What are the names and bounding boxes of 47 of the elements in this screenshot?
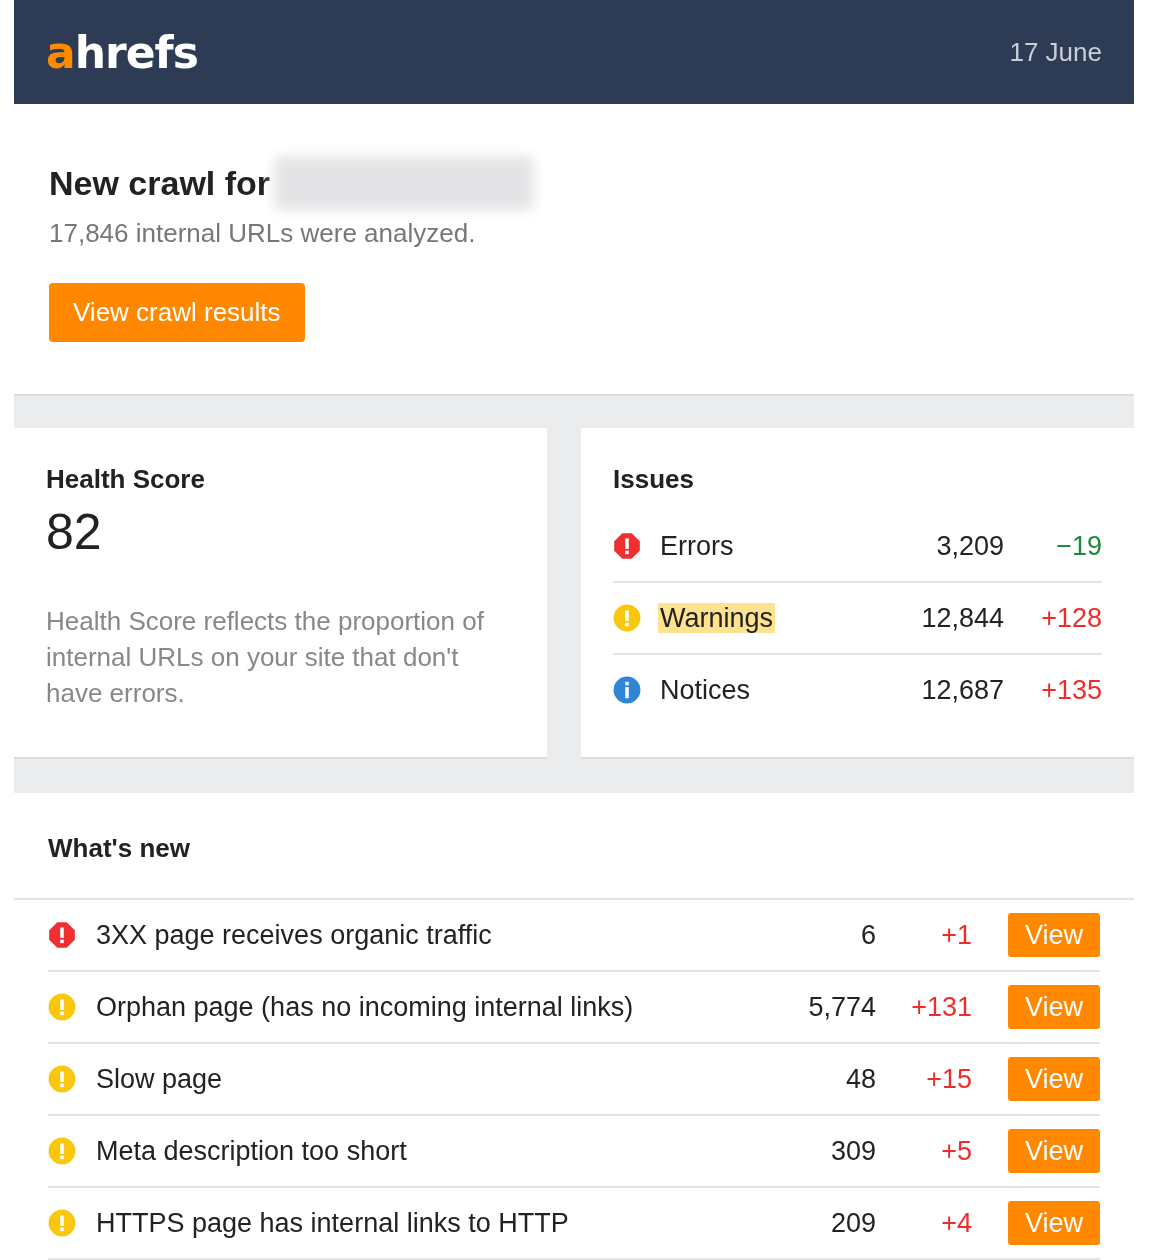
error-icon — [48, 921, 76, 949]
logo: ahrefs — [46, 26, 198, 78]
issue-name: 3XX page receives organic traffic — [96, 919, 493, 951]
issue-change: +15 — [925, 1063, 972, 1095]
issue-count: 48 — [844, 1063, 876, 1095]
issue-name: Meta description too short — [96, 1135, 408, 1167]
issue-count: 3,209 — [935, 530, 1004, 562]
issue-label: Warnings — [658, 602, 776, 633]
warning-icon — [613, 604, 641, 632]
crawl-title: New crawl for — [49, 163, 271, 203]
card-title: Health Score — [46, 464, 206, 495]
warning-icon — [48, 1065, 76, 1093]
issue-name: Slow page — [96, 1063, 224, 1095]
warning-icon — [48, 1137, 76, 1165]
crawl-summary: 17,846 internal URLs were analyzed. — [49, 218, 477, 249]
issue-change: +4 — [940, 1207, 972, 1239]
issue-change: +5 — [940, 1135, 972, 1167]
issue-name: Orphan page (has no incoming internal links) — [96, 991, 635, 1023]
view-results-button[interactable]: View crawl results — [49, 283, 305, 342]
section-title: What's new — [48, 833, 190, 864]
view-button[interactable]: View — [1008, 913, 1100, 957]
issue-count: 309 — [829, 1135, 876, 1167]
info-icon — [613, 676, 641, 704]
issue-label: Errors — [659, 530, 735, 561]
issue-count: 6 — [859, 919, 876, 951]
issue-change: +1 — [940, 919, 972, 951]
warning-icon — [48, 993, 76, 1021]
view-button[interactable]: View — [1008, 1201, 1100, 1245]
error-icon — [613, 532, 641, 560]
issue-change: +128 — [1040, 602, 1102, 634]
warning-icon — [48, 1209, 76, 1237]
view-button[interactable]: View — [1008, 1057, 1100, 1101]
issue-change: +135 — [1040, 674, 1102, 706]
health-score: 82 — [46, 503, 102, 561]
issue-name: HTTPS page has internal links to HTTP — [96, 1207, 570, 1239]
view-button[interactable]: View — [1008, 1129, 1100, 1173]
issue-label: Notices — [659, 674, 752, 705]
issue-count: 12,687 — [920, 674, 1004, 706]
issue-count: 209 — [829, 1207, 876, 1239]
issue-change: −19 — [1055, 530, 1102, 562]
issue-count: 5,774 — [807, 991, 876, 1023]
view-button[interactable]: View — [1008, 985, 1100, 1029]
issue-change: +131 — [910, 991, 972, 1023]
issue-count: 12,844 — [920, 602, 1004, 634]
card-title: Issues — [613, 464, 695, 495]
report-date: 17 June — [1009, 36, 1102, 68]
health-description: Health Score reflects the proportion of internal URLs on your site that don't have errors. — [46, 605, 485, 710]
